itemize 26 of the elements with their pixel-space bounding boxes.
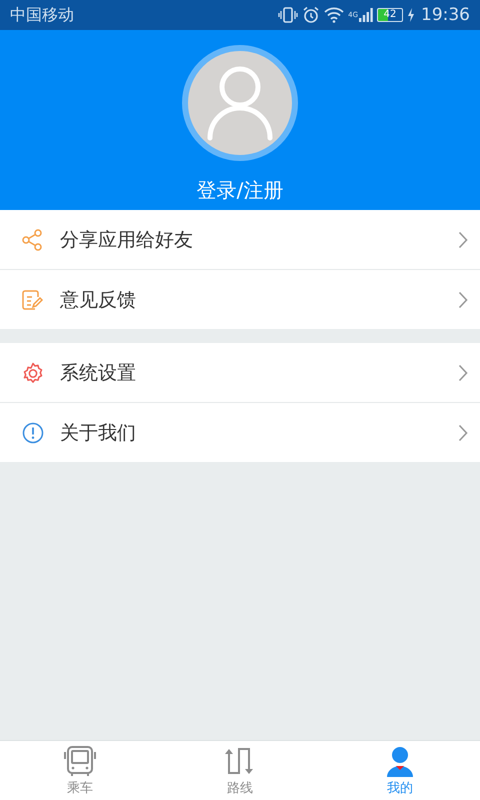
- settings-icon: [22, 362, 44, 384]
- vibrate-icon: [278, 7, 298, 23]
- menu-label: 关于我们: [60, 420, 137, 446]
- battery-level: 42: [384, 10, 396, 20]
- share-icon: [22, 228, 44, 250]
- alarm-icon: [302, 6, 320, 24]
- menu-item[interactable]: 意见反馈: [0, 270, 480, 329]
- menu-item[interactable]: 关于我们: [0, 403, 480, 462]
- charging-icon: [407, 8, 415, 22]
- menu-label: 系统设置: [60, 360, 137, 386]
- chevron-icon: [458, 230, 468, 248]
- chevron-icon: [458, 424, 468, 442]
- menu-item[interactable]: 系统设置: [0, 343, 480, 403]
- clock-time: 19:36: [421, 5, 470, 25]
- note-pencil-icon: [22, 288, 44, 310]
- carrier-name: 中国移动: [10, 4, 74, 26]
- menu-label: 分享应用给好友: [60, 228, 194, 252]
- chevron-icon: [458, 290, 468, 308]
- menu-item[interactable]: 分享应用给好友: [0, 210, 480, 270]
- menu-label: 意见反馈: [60, 288, 137, 312]
- chevron-icon: [458, 364, 468, 382]
- bus-icon: [63, 745, 97, 777]
- wifi-icon: [324, 7, 344, 23]
- login-link[interactable]: 登录/注册: [196, 177, 284, 204]
- info-icon: [22, 422, 44, 444]
- signal-icon: [359, 8, 373, 22]
